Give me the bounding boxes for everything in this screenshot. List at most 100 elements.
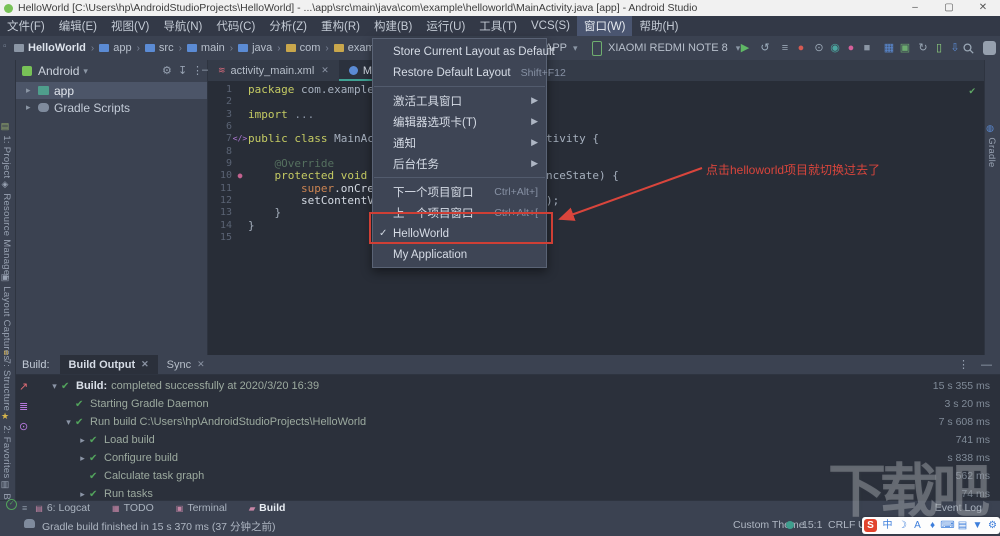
menu-item[interactable]: 代码(C) bbox=[209, 16, 262, 36]
breadcrumb-item[interactable]: com bbox=[285, 42, 320, 54]
sogou-ime-toolbar[interactable]: S 中 ☽ A ♦ ⌨ ▤ ▼ ⚙ bbox=[862, 517, 1000, 534]
build-tab-sync[interactable]: Sync ✕ bbox=[158, 355, 214, 374]
avatar[interactable] bbox=[983, 41, 996, 55]
menu-item-store-current-layout-as-default[interactable]: Store Current Layout as Default bbox=[373, 41, 555, 62]
chinese-mode-icon[interactable]: 中 bbox=[880, 517, 895, 534]
filter-icon[interactable]: ≣ bbox=[19, 400, 28, 413]
tool-window-button-todo[interactable]: ▦ TODO bbox=[112, 502, 154, 514]
skin-shirt-icon[interactable]: ▼ bbox=[970, 517, 985, 534]
menu-item-my-application[interactable]: My Application bbox=[373, 244, 546, 265]
mic-icon[interactable]: ♦ bbox=[925, 517, 940, 534]
menu-item[interactable]: 导航(N) bbox=[156, 16, 209, 36]
chevron-down-icon[interactable]: ▾ bbox=[62, 417, 75, 428]
menu-item[interactable]: 分析(Z) bbox=[262, 16, 314, 36]
build-row[interactable]: ▾ ✔ Run build C:\Users\hp\AndroidStudioPro… bbox=[34, 413, 1000, 431]
tree-item-app[interactable]: ▸ app bbox=[16, 82, 207, 99]
close-icon[interactable]: ✕ bbox=[321, 65, 329, 76]
hide-panel-icon[interactable]: — bbox=[981, 359, 992, 371]
tool-window-button-6-logcat[interactable]: ▤ 6: Logcat bbox=[35, 502, 90, 514]
moon-icon[interactable]: ☽ bbox=[895, 517, 910, 534]
menu-item[interactable]: 重构(R) bbox=[314, 16, 367, 36]
build-row[interactable]: ✔ Starting Gradle Daemon 3 s 20 ms bbox=[34, 395, 1000, 413]
tool-window-switcher-icon[interactable]: ≡ bbox=[22, 503, 27, 513]
menu-item[interactable]: 窗口(W) bbox=[576, 16, 633, 36]
avd-manager-icon[interactable]: ▯ bbox=[931, 40, 947, 56]
menu-item-编辑器选项卡-t-[interactable]: 编辑器选项卡(T) ▶ bbox=[373, 111, 546, 132]
stop-icon[interactable]: ■ bbox=[859, 40, 875, 56]
menu-item-后台任务[interactable]: 后台任务 ▶ bbox=[373, 153, 546, 174]
chevron-right-icon[interactable]: ▸ bbox=[26, 85, 38, 96]
restart-build-icon[interactable]: ↗ bbox=[19, 380, 28, 393]
close-icon[interactable]: ✕ bbox=[197, 359, 205, 370]
sidebar-item-1-project[interactable]: ▤ 1: Project bbox=[1, 122, 12, 178]
sidebar-item-gradle[interactable]: ◍ Gradle bbox=[986, 124, 997, 168]
chevron-right-icon[interactable]: ▸ bbox=[26, 102, 38, 113]
caret-position[interactable]: 15:1 bbox=[802, 519, 822, 531]
maximize-button[interactable]: ▢ bbox=[932, 0, 966, 16]
build-row[interactable]: ✔ Calculate task graph 562 ms bbox=[34, 467, 1000, 485]
event-log-button[interactable]: Event Log bbox=[935, 502, 982, 514]
sidebar-item-7-structure[interactable]: ≡ 7: Structure bbox=[1, 350, 12, 411]
sidebar-item-2-favorites[interactable]: ★ 2: Favorites bbox=[1, 412, 12, 479]
locate-file-icon[interactable]: ↧ bbox=[178, 64, 187, 77]
logcat-icon[interactable]: ▣ bbox=[897, 40, 913, 56]
menu-item-通知[interactable]: 通知 ▶ bbox=[373, 132, 546, 153]
apply-changes-icon[interactable]: ↺ bbox=[757, 40, 773, 56]
breadcrumb-item[interactable]: main bbox=[186, 42, 225, 54]
sidebar-item-layout-captures[interactable]: ▣Layout Captures bbox=[1, 273, 12, 361]
breadcrumb-item[interactable]: java bbox=[238, 42, 272, 54]
device-manager-icon[interactable]: ▦ bbox=[881, 40, 897, 56]
menu-item[interactable]: 构建(B) bbox=[367, 16, 419, 36]
menu-item-下一个项目窗口[interactable]: 下一个项目窗口 Ctrl+Alt+] bbox=[373, 181, 546, 202]
line-number: 15 bbox=[219, 232, 232, 244]
menu-item-restore-default-layout[interactable]: Restore Default Layout Shift+F12 bbox=[373, 62, 566, 83]
menu-item[interactable]: 视图(V) bbox=[104, 16, 156, 36]
close-icon[interactable]: ✕ bbox=[141, 359, 149, 370]
wrench-icon[interactable]: ⚙ bbox=[985, 517, 1000, 534]
profile-icon[interactable]: ◉ bbox=[827, 40, 843, 56]
tree-item-gradle-scripts[interactable]: ▸ Gradle Scripts bbox=[16, 99, 207, 116]
menu-item[interactable]: 工具(T) bbox=[472, 16, 524, 36]
editor-tab-activity-main-xml[interactable]: ≋ activity_main.xml ✕ bbox=[208, 60, 339, 81]
menu-item[interactable]: VCS(S) bbox=[524, 18, 577, 34]
sync-project-icon[interactable]: ↻ bbox=[915, 40, 931, 56]
sogou-logo-icon[interactable]: S bbox=[864, 519, 877, 532]
attach-debugger-icon[interactable]: ⊙ bbox=[811, 40, 827, 56]
build-row[interactable]: ▸ ✔ Configure build s 838 ms bbox=[34, 449, 1000, 467]
tool-window-button-terminal[interactable]: ▣ Terminal bbox=[176, 502, 227, 514]
chevron-down-icon[interactable]: ▾ bbox=[48, 381, 61, 392]
minimize-button[interactable]: – bbox=[898, 0, 932, 16]
search-icon[interactable] bbox=[963, 43, 974, 54]
project-view-selector[interactable]: Android bbox=[38, 64, 79, 78]
gear-icon[interactable]: ⚙ bbox=[162, 64, 172, 77]
breadcrumb-item[interactable]: src bbox=[144, 42, 174, 54]
record-icon[interactable]: ● bbox=[843, 40, 859, 56]
build-tab-build-output[interactable]: Build Output ✕ bbox=[59, 355, 158, 374]
caps-icon[interactable]: A bbox=[910, 517, 925, 534]
sidebar-item-resource-manager[interactable]: ◈ Resource Manager bbox=[1, 180, 12, 279]
debug-icon[interactable]: ● bbox=[793, 40, 809, 56]
menu-item[interactable]: 文件(F) bbox=[0, 16, 52, 36]
menu-item-激活工具窗口[interactable]: 激活工具窗口 ▶ bbox=[373, 90, 546, 111]
menu-item[interactable]: 编辑(E) bbox=[52, 16, 104, 36]
build-row[interactable]: ▸ ✔ Load build 741 ms bbox=[34, 431, 1000, 449]
breadcrumb-item[interactable]: HelloWorld bbox=[14, 42, 86, 54]
status-bar: Gradle build finished in 15 s 370 ms (37… bbox=[0, 515, 1000, 536]
menu-item[interactable]: 帮助(H) bbox=[632, 16, 685, 36]
menu-item[interactable]: 运行(U) bbox=[419, 16, 472, 36]
device-select[interactable]: XIAOMI REDMI NOTE 8 ▾ bbox=[592, 39, 740, 57]
keyboard-icon[interactable]: ⌨ bbox=[940, 517, 955, 534]
chevron-right-icon[interactable]: ▸ bbox=[76, 489, 89, 500]
chevron-right-icon[interactable]: ▸ bbox=[76, 435, 89, 446]
clipboard-icon[interactable]: ▤ bbox=[955, 517, 970, 534]
chevron-right-icon[interactable]: ▸ bbox=[76, 453, 89, 464]
close-button[interactable]: ✕ bbox=[966, 0, 1000, 16]
breadcrumb-item[interactable]: app bbox=[99, 42, 132, 54]
run-icon[interactable]: ▶ bbox=[737, 40, 753, 56]
apply-code-changes-icon[interactable]: ≡ bbox=[777, 40, 793, 56]
build-row[interactable]: ▾ ✔ Build: completed successfully at 2020/3… bbox=[34, 377, 1000, 395]
pin-icon[interactable]: ⊙ bbox=[19, 420, 28, 433]
sdk-manager-icon[interactable]: ⇩ bbox=[947, 40, 963, 56]
tool-window-button-build[interactable]: ▰ Build bbox=[249, 502, 285, 514]
kebab-menu-icon[interactable]: ⋮ bbox=[958, 358, 969, 371]
